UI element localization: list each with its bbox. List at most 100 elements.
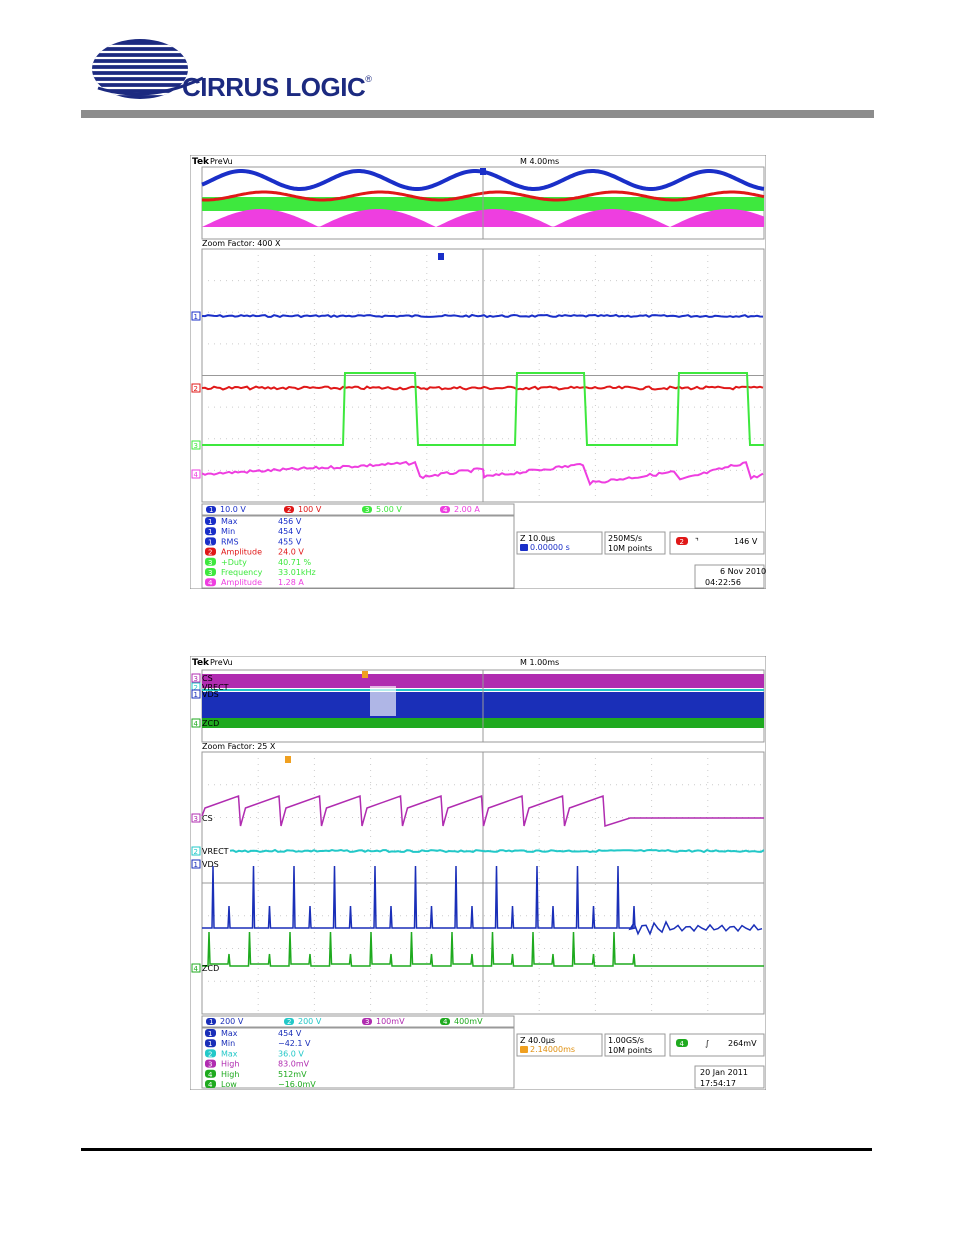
measurement-label: Min — [221, 1039, 235, 1048]
timebase-label: M 4.00ms — [520, 157, 559, 166]
overview-trace-label: ZCD — [202, 719, 219, 728]
zoom-trigger-marker-icon — [438, 253, 444, 260]
channel-scale: 10.0 V — [220, 505, 246, 514]
scope-screen: Tek PreVu M 4.00ms Zoom Factor: 400 X 1 2… — [190, 155, 766, 589]
rising-edge-icon: ∫ — [705, 1039, 709, 1048]
channel-number: 2 — [287, 1018, 291, 1026]
record-length: 10M points — [608, 1046, 652, 1055]
oscilloscope-capture-1: Tek PreVu M 4.00ms Zoom Factor: 400 X 1 2… — [190, 155, 766, 589]
trace-label: VDS — [202, 860, 219, 869]
measurement-value: 40.71 % — [278, 558, 311, 567]
mode-label: PreVu — [210, 658, 233, 667]
zoom-factor-label: Zoom Factor: 400 X — [202, 239, 281, 248]
measurement-label: Max — [221, 517, 238, 526]
measurement-label: Min — [221, 527, 235, 536]
measurement-channel: 4 — [208, 579, 213, 587]
channel-number: 1 — [209, 1018, 213, 1026]
measurement-channel: 4 — [208, 1071, 213, 1079]
date: 6 Nov 2010 — [720, 567, 766, 576]
measurement-value: 454 V — [278, 527, 302, 536]
measurement-value: 512mV — [278, 1070, 307, 1079]
channel-marker-number: 2 — [194, 385, 198, 393]
channel-scale: 200 V — [298, 1017, 322, 1026]
measurement-channel: 1 — [208, 528, 212, 536]
footer-divider — [81, 1148, 872, 1151]
overview-trace-label: VDS — [202, 690, 219, 699]
measurement-value: −42.1 V — [278, 1039, 311, 1048]
measurement-channel: 1 — [208, 538, 212, 546]
measurement-label: High — [221, 1060, 239, 1069]
measurement-value: 24.0 V — [278, 548, 304, 557]
overview-trace-label: CS — [202, 674, 213, 683]
trace-label: ZCD — [202, 964, 219, 973]
trigger-channel: 4 — [680, 1040, 685, 1048]
brand-name: CIRRUS LOGIC — [182, 72, 366, 102]
channel-marker-number: 3 — [194, 815, 198, 823]
channel-marker-number: 2 — [194, 848, 198, 856]
channel-scale: 100 V — [298, 505, 322, 514]
time: 04:22:56 — [705, 578, 741, 587]
measurement-value: −16.0mV — [278, 1080, 316, 1089]
trademark-symbol: ® — [365, 74, 372, 85]
measurement-label: Low — [221, 1080, 237, 1089]
measurement-label: +Duty — [221, 558, 247, 567]
channel-marker-number: 4 — [194, 965, 199, 973]
measurement-label: Amplitude — [221, 548, 262, 557]
measurement-channel: 3 — [208, 569, 212, 577]
channel-scale: 100mV — [376, 1017, 405, 1026]
measurement-label: Frequency — [221, 568, 263, 577]
measurement-value: 83.0mV — [278, 1060, 310, 1069]
sample-rate: 250MS/s — [608, 534, 642, 543]
measurement-channel: 3 — [208, 1061, 212, 1069]
measurement-label: RMS — [221, 537, 239, 546]
measurement-value: 1.28 A — [278, 578, 304, 587]
channel-number: 4 — [443, 1018, 448, 1026]
measurement-value: 33.01kHz — [278, 568, 316, 577]
measurement-channel: 2 — [208, 1050, 212, 1058]
measurement-channel: 4 — [208, 1081, 213, 1089]
trigger-level: 264mV — [728, 1039, 757, 1048]
measurement-label: High — [221, 1070, 239, 1079]
date: 20 Jan 2011 — [700, 1068, 748, 1077]
measurement-value: 456 V — [278, 517, 302, 526]
header-divider — [81, 110, 874, 118]
measurement-label: Max — [221, 1049, 238, 1058]
vendor-label: Tek — [192, 157, 210, 167]
globe-icon — [92, 39, 188, 99]
channel-marker-number: 1 — [194, 861, 198, 869]
measurement-value: 454 V — [278, 1029, 302, 1038]
measurement-label: Max — [221, 1029, 238, 1038]
time: 17:54:17 — [700, 1079, 736, 1088]
vendor-label: Tek — [192, 658, 210, 668]
zoom-time: Z 10.0µs — [520, 534, 555, 543]
trace-label: CS — [202, 814, 213, 823]
measurement-value: 36.0 V — [278, 1049, 304, 1058]
trigger-level: 146 V — [734, 537, 758, 546]
sample-rate: 1.00GS/s — [608, 1036, 644, 1045]
zoom-position: 2.14000ms — [530, 1045, 575, 1054]
channel-scale: 5.00 V — [376, 505, 402, 514]
measurement-channel: 1 — [208, 1040, 212, 1048]
measurement-label: Amplitude — [221, 578, 262, 587]
measurement-channel: 3 — [208, 559, 212, 567]
measurement-channel: 1 — [208, 1030, 212, 1038]
scope-screen: Tek PreVu M 1.00ms 3 CS2 VRECT1 VDS4 ZCD Zoo… — [190, 656, 766, 1090]
channel-marker-number: 1 — [194, 691, 198, 699]
overview-gap — [370, 686, 396, 716]
mode-label: PreVu — [210, 157, 233, 166]
channel-number: 1 — [209, 506, 213, 514]
channel-number: 4 — [443, 506, 448, 514]
trace-label: VRECT — [202, 847, 229, 856]
record-length: 10M points — [608, 544, 652, 553]
channel-number: 2 — [287, 506, 291, 514]
timebase-label: M 1.00ms — [520, 658, 559, 667]
measurement-panel — [201, 1027, 515, 1089]
channel-scale: 200 V — [220, 1017, 244, 1026]
channel-marker-number: 3 — [194, 442, 198, 450]
measurement-channel: 1 — [208, 518, 212, 526]
trigger-channel: 2 — [680, 538, 684, 546]
trigger-marker-icon — [520, 1046, 528, 1053]
channel-marker-number: 3 — [194, 675, 198, 683]
channel-scale: 400mV — [454, 1017, 483, 1026]
oscilloscope-capture-2: Tek PreVu M 1.00ms 3 CS 2 VRECT 1 VDS 4 ZCD Zoo… — [190, 656, 766, 1090]
